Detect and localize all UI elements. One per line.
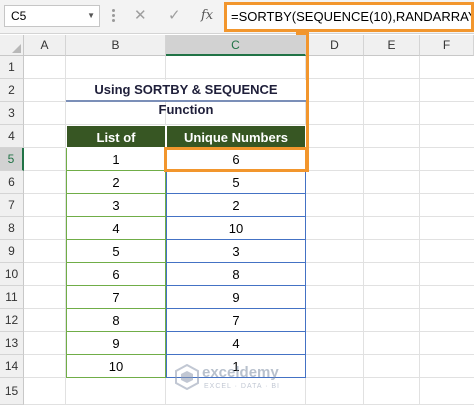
column-header-b[interactable]: B <box>66 35 166 56</box>
row-header-3[interactable]: 3 <box>0 102 24 125</box>
column-header-a[interactable]: A <box>24 35 66 56</box>
cell-list-of-numbers[interactable]: 10 <box>66 355 166 378</box>
table-header-unique-numbers[interactable]: Unique Numbers <box>166 125 306 148</box>
formula-connector-tick <box>296 32 309 35</box>
name-box-value: C5 <box>11 9 27 23</box>
row-header-5[interactable]: 5 <box>0 148 24 171</box>
column-header-f[interactable]: F <box>420 35 474 56</box>
row-header-8[interactable]: 8 <box>0 217 24 240</box>
watermark: exceldemy EXCEL · DATA · BI <box>174 362 304 396</box>
formula-bar-grip-icon[interactable] <box>112 9 115 23</box>
cell-unique-numbers[interactable]: 3 <box>166 240 306 263</box>
select-all-icon <box>12 44 21 53</box>
cell-unique-numbers[interactable]: 2 <box>166 194 306 217</box>
row-header-14[interactable]: 14 <box>0 355 24 378</box>
formula-bar-area: C5 ▼ ✕ ✓ fx =SORTBY(SEQUENCE(10),RANDARR… <box>0 0 474 34</box>
row-header-13[interactable]: 13 <box>0 332 24 355</box>
column-header-e[interactable]: E <box>364 35 420 56</box>
cell-list-of-numbers[interactable]: 3 <box>66 194 166 217</box>
table-header-list-of-numbers[interactable]: List of Numbers <box>66 125 166 168</box>
formula-input[interactable]: =SORTBY(SEQUENCE(10),RANDARRAY(10)) <box>224 2 474 32</box>
column-header-c[interactable]: C <box>166 35 306 56</box>
cell-unique-numbers[interactable]: 7 <box>166 309 306 332</box>
formula-connector-line <box>306 32 309 172</box>
row-header-9[interactable]: 9 <box>0 240 24 263</box>
watermark-name: exceldemy <box>202 364 279 381</box>
row-header-12[interactable]: 12 <box>0 309 24 332</box>
cell-unique-numbers[interactable]: 5 <box>166 171 306 194</box>
cell-list-of-numbers[interactable]: 7 <box>66 286 166 309</box>
cell-unique-numbers[interactable]: 8 <box>166 263 306 286</box>
sheet-title: Using SORTBY & SEQUENCE Function <box>66 80 306 117</box>
grid-column-line <box>419 56 420 405</box>
column-header-d[interactable]: D <box>306 35 364 56</box>
cancel-icon[interactable]: ✕ <box>134 6 147 26</box>
name-box-dropdown-icon[interactable]: ▼ <box>87 6 95 26</box>
cell-list-of-numbers[interactable]: 9 <box>66 332 166 355</box>
select-all-corner[interactable] <box>0 35 24 56</box>
cell-unique-numbers[interactable]: 10 <box>166 217 306 240</box>
grid-row-line <box>24 78 474 79</box>
grid-column-line <box>363 56 364 405</box>
row-header-11[interactable]: 11 <box>0 286 24 309</box>
cell-list-of-numbers[interactable]: 8 <box>66 309 166 332</box>
cell-unique-numbers[interactable]: 9 <box>166 286 306 309</box>
watermark-logo-icon <box>175 364 199 390</box>
row-header-7[interactable]: 7 <box>0 194 24 217</box>
cell-list-of-numbers[interactable]: 1 <box>66 148 166 171</box>
enter-icon[interactable]: ✓ <box>168 6 181 26</box>
row-header-2[interactable]: 2 <box>0 79 24 102</box>
watermark-tagline: EXCEL · DATA · BI <box>204 383 280 390</box>
insert-function-icon[interactable]: fx <box>201 6 213 26</box>
cell-list-of-numbers[interactable]: 4 <box>66 217 166 240</box>
name-box[interactable]: C5 ▼ <box>4 5 100 27</box>
row-header-6[interactable]: 6 <box>0 171 24 194</box>
row-header-15[interactable]: 15 <box>0 378 24 405</box>
cell-list-of-numbers[interactable]: 6 <box>66 263 166 286</box>
row-header-1[interactable]: 1 <box>0 56 24 79</box>
row-header-4[interactable]: 4 <box>0 125 24 148</box>
cell-unique-numbers[interactable]: 6 <box>166 148 306 171</box>
cell-list-of-numbers[interactable]: 2 <box>66 171 166 194</box>
row-header-10[interactable]: 10 <box>0 263 24 286</box>
cell-list-of-numbers[interactable]: 5 <box>66 240 166 263</box>
cell-unique-numbers[interactable]: 4 <box>166 332 306 355</box>
